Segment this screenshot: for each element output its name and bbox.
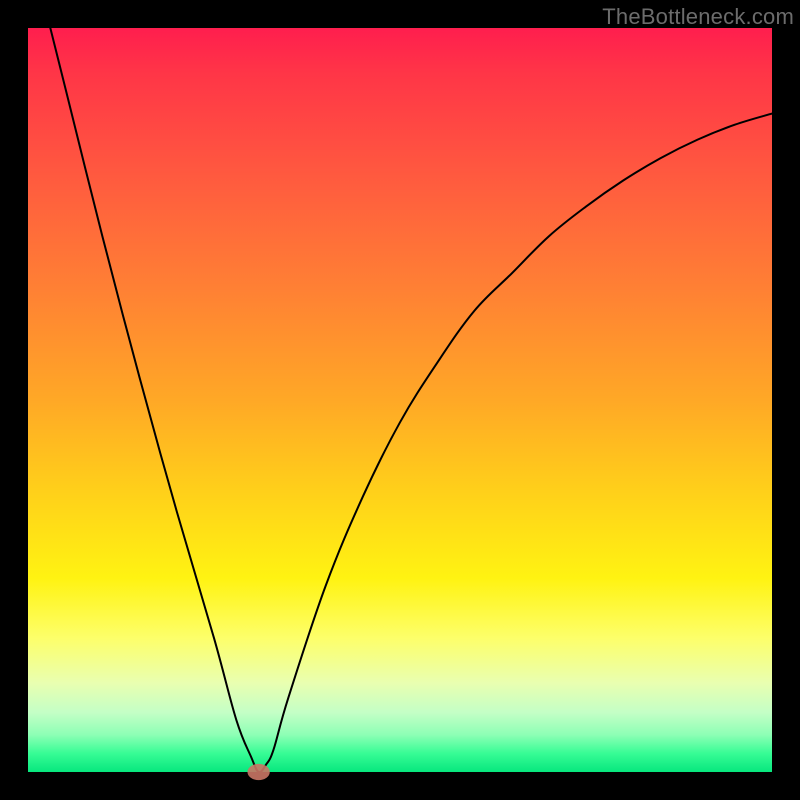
watermark-text: TheBottleneck.com <box>602 4 794 30</box>
plot-area <box>28 28 772 772</box>
chart-frame: TheBottleneck.com <box>0 0 800 800</box>
minimum-marker <box>247 764 269 780</box>
curve-path <box>28 0 772 772</box>
bottleneck-curve <box>28 28 772 772</box>
